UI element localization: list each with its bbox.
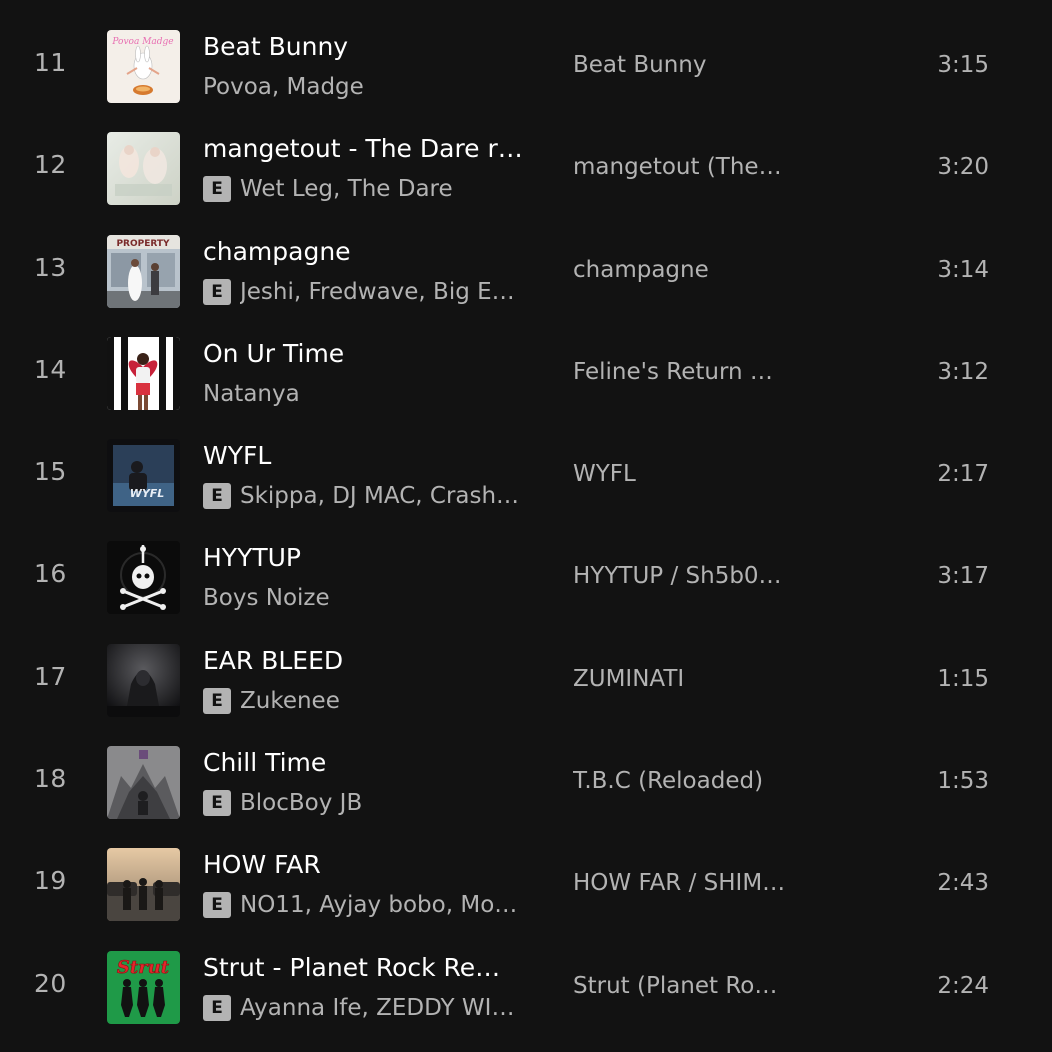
track-artists[interactable]: Wet Leg, The Dare bbox=[240, 176, 453, 202]
track-number: 14 bbox=[34, 354, 67, 384]
track-row[interactable]: 15 WYFL WYFL E Skippa, DJ MAC, Crash… WY… bbox=[0, 422, 1052, 524]
track-album[interactable]: HYYTUP / Sh5b0… bbox=[573, 563, 788, 589]
track-album[interactable]: champagne bbox=[573, 257, 788, 283]
track-number: 16 bbox=[34, 559, 67, 589]
track-artists[interactable]: Boys Noize bbox=[203, 585, 330, 611]
track-artists[interactable]: Skippa, DJ MAC, Crash… bbox=[240, 483, 519, 509]
beat-bunny-cover-art[interactable]: Povoa Madge bbox=[107, 30, 180, 103]
track-number: 12 bbox=[34, 150, 67, 180]
explicit-badge: E bbox=[203, 687, 231, 714]
cover-lettering: WYFL bbox=[130, 487, 165, 500]
track-artists[interactable]: Povoa, Madge bbox=[203, 74, 364, 100]
cover-lettering: PROPERTY bbox=[116, 239, 170, 249]
track-duration: 1:15 bbox=[937, 665, 989, 692]
track-album[interactable]: Feline's Return A… bbox=[573, 359, 788, 385]
track-number: 20 bbox=[34, 968, 67, 998]
cover-lettering: Strut bbox=[117, 957, 170, 978]
tbc-reloaded-cover-art[interactable] bbox=[107, 746, 180, 820]
track-album[interactable]: T.B.C (Reloaded) bbox=[573, 768, 788, 794]
explicit-badge: E bbox=[203, 892, 231, 919]
track-subline: E Skippa, DJ MAC, Crash… bbox=[203, 481, 523, 511]
track-duration: 2:17 bbox=[937, 461, 989, 488]
track-subline: E Jeshi, Fredwave, Big Ever bbox=[203, 277, 523, 307]
track-row[interactable]: 11 Povoa Madge Beat Bunny Povoa, Madge B… bbox=[0, 13, 1052, 115]
track-row[interactable]: 14 On Ur Time Natanya Feline's Return A…… bbox=[0, 320, 1052, 422]
track-number: 19 bbox=[34, 866, 67, 896]
how-far-cover-art[interactable] bbox=[107, 848, 180, 922]
track-row[interactable]: 12 mangetout - The Dare r… E Wet Leg, Th… bbox=[0, 115, 1052, 217]
track-row[interactable]: 16 HYYTUP Boys Noize HYYTUP / Sh5b0… 3:1… bbox=[0, 524, 1052, 626]
track-duration: 3:20 bbox=[937, 154, 989, 181]
track-album[interactable]: HOW FAR / SHIM… bbox=[573, 870, 788, 896]
wyfl-cover-art[interactable]: WYFL bbox=[107, 439, 180, 513]
explicit-badge: E bbox=[203, 483, 231, 510]
champagne-cover-art[interactable]: PROPERTY bbox=[107, 234, 180, 308]
track-number: 18 bbox=[34, 764, 67, 794]
track-title[interactable]: HYYTUP bbox=[203, 543, 533, 572]
track-album[interactable]: mangetout (The … bbox=[573, 154, 788, 180]
track-row[interactable]: 20 Strut Strut - Planet Rock Re… E Ayann… bbox=[0, 934, 1052, 1036]
track-duration: 2:24 bbox=[937, 972, 989, 999]
track-subline: E BlocBoy JB bbox=[203, 788, 523, 818]
track-number: 11 bbox=[34, 48, 67, 77]
track-row[interactable]: 13 PROPERTY champagne E Jeshi, Fredwave,… bbox=[0, 218, 1052, 320]
track-duration: 3:12 bbox=[937, 358, 989, 385]
zuminati-cover-art[interactable] bbox=[107, 643, 180, 717]
track-album[interactable]: Beat Bunny bbox=[573, 52, 788, 78]
track-artists[interactable]: BlocBoy JB bbox=[240, 790, 362, 816]
track-duration: 3:14 bbox=[937, 256, 989, 283]
track-subline: E Wet Leg, The Dare bbox=[203, 174, 523, 204]
strut-cover-art[interactable]: Strut bbox=[107, 950, 180, 1024]
track-artists[interactable]: Natanya bbox=[203, 381, 300, 407]
track-subline: E Ayanna Ife, ZEDDY WIL… bbox=[203, 993, 523, 1023]
track-album[interactable]: Strut (Planet Roc… bbox=[573, 973, 788, 999]
track-title[interactable]: EAR BLEED bbox=[203, 646, 533, 675]
mangetout-cover-art[interactable] bbox=[107, 132, 180, 206]
track-title[interactable]: champagne bbox=[203, 237, 533, 266]
track-title[interactable]: Chill Time bbox=[203, 748, 533, 777]
track-title[interactable]: HOW FAR bbox=[203, 850, 533, 879]
track-title[interactable]: mangetout - The Dare r… bbox=[203, 134, 533, 163]
track-number: 17 bbox=[34, 661, 67, 691]
track-album[interactable]: WYFL bbox=[573, 461, 788, 487]
cover-lettering: Povoa Madge bbox=[111, 37, 173, 47]
on-ur-time-cover-art[interactable] bbox=[107, 336, 180, 410]
explicit-badge: E bbox=[203, 278, 231, 305]
explicit-badge: E bbox=[203, 790, 231, 817]
track-duration: 3:15 bbox=[937, 52, 989, 78]
track-subline: Povoa, Madge bbox=[203, 72, 523, 102]
track-subline: E Zukenee bbox=[203, 686, 523, 716]
track-title[interactable]: WYFL bbox=[203, 441, 533, 470]
track-title[interactable]: Beat Bunny bbox=[203, 32, 533, 61]
track-row[interactable]: 17 EAR BLEED E Zukenee ZUMINATI 1:15 bbox=[0, 627, 1052, 729]
track-subline: Natanya bbox=[203, 379, 523, 409]
explicit-badge: E bbox=[203, 176, 231, 203]
track-artists[interactable]: NO11, Ayjay bobo, Mon… bbox=[240, 892, 523, 918]
track-artists[interactable]: Zukenee bbox=[240, 688, 340, 714]
track-row[interactable]: 19 HOW FAR E NO11, Ayjay bobo, Mon… HOW … bbox=[0, 831, 1052, 933]
track-number: 13 bbox=[34, 252, 67, 282]
track-subline: Boys Noize bbox=[203, 583, 523, 613]
explicit-badge: E bbox=[203, 994, 231, 1021]
track-subline: E NO11, Ayjay bobo, Mon… bbox=[203, 890, 523, 920]
track-artists[interactable]: Ayanna Ife, ZEDDY WIL… bbox=[240, 995, 523, 1021]
track-list: 11 Povoa Madge Beat Bunny Povoa, Madge B… bbox=[0, 13, 1052, 1036]
track-number: 15 bbox=[34, 457, 67, 487]
track-title[interactable]: On Ur Time bbox=[203, 339, 533, 368]
hyytup-cover-art[interactable] bbox=[107, 541, 180, 615]
track-album[interactable]: ZUMINATI bbox=[573, 666, 788, 692]
track-duration: 3:17 bbox=[937, 563, 989, 590]
track-duration: 1:53 bbox=[937, 768, 989, 795]
track-title[interactable]: Strut - Planet Rock Re… bbox=[203, 953, 533, 982]
track-artists[interactable]: Jeshi, Fredwave, Big Ever bbox=[240, 279, 523, 305]
track-duration: 2:43 bbox=[937, 870, 989, 897]
track-row[interactable]: 18 Chill Time E BlocBoy JB T.B.C (Reload… bbox=[0, 729, 1052, 831]
